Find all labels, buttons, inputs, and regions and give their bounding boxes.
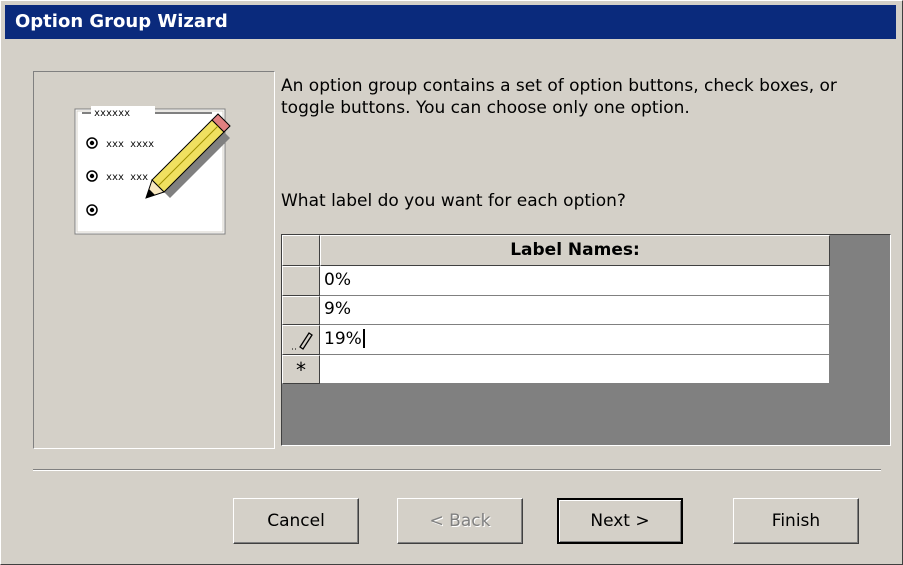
- option-group-illustration: xxxxxx xxx xxxx xxx xxx: [74, 106, 231, 235]
- cell-value-2: 9%: [324, 299, 351, 319]
- grid-corner[interactable]: [282, 235, 320, 266]
- column-header-label-names[interactable]: Label Names:: [320, 235, 830, 266]
- grid-cell-1[interactable]: 0%: [320, 266, 830, 296]
- title-bar[interactable]: Option Group Wizard: [5, 5, 896, 39]
- new-record-asterisk-icon: *: [296, 358, 306, 382]
- cell-value-3: 19%: [324, 329, 362, 349]
- wizard-question: What label do you want for each option?: [281, 191, 626, 211]
- group-caption: xxxxxx: [94, 108, 130, 119]
- grid-cell-2[interactable]: 9%: [320, 296, 830, 325]
- separator-highlight: [33, 470, 881, 471]
- cancel-button[interactable]: Cancel: [233, 498, 359, 544]
- cell-value-3-wrap: 19%: [324, 329, 365, 349]
- row-selector-1[interactable]: [282, 266, 320, 296]
- finish-button[interactable]: Finish: [733, 498, 859, 544]
- option-label-2: xxx xxx: [106, 172, 148, 183]
- grid-cell-new[interactable]: [320, 355, 830, 384]
- row-selector-3[interactable]: [282, 325, 320, 355]
- back-button[interactable]: < Back: [397, 498, 523, 544]
- window-title: Option Group Wizard: [15, 11, 228, 32]
- grid-cell-3[interactable]: 19%: [320, 325, 830, 355]
- wizard-window: Option Group Wizard xxxxxx xxx xxxx xxx …: [0, 0, 903, 565]
- label-names-grid[interactable]: Label Names: 0% 9% 19% *: [281, 234, 891, 446]
- cell-value-1: 0%: [324, 270, 351, 290]
- wizard-description: An option group contains a set of option…: [281, 76, 837, 118]
- edit-pencil-icon: [292, 332, 313, 350]
- next-button[interactable]: Next >: [557, 498, 683, 544]
- wizard-illustration: xxxxxx xxx xxxx xxx xxx: [33, 71, 275, 449]
- row-selector-new[interactable]: *: [282, 355, 320, 384]
- option-label-1: xxx xxxx: [106, 139, 154, 150]
- text-caret: [362, 329, 365, 348]
- row-selector-2[interactable]: [282, 296, 320, 325]
- column-header-text: Label Names:: [510, 240, 640, 260]
